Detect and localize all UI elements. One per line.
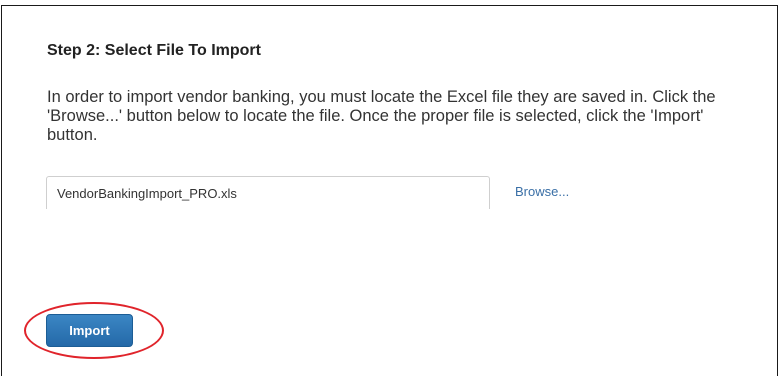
step-title: Step 2: Select File To Import xyxy=(47,42,261,59)
import-panel: Step 2: Select File To Import In order t… xyxy=(1,5,778,376)
step-instructions: In order to import vendor banking, you m… xyxy=(47,88,716,144)
file-path-input[interactable] xyxy=(46,176,490,209)
browse-link[interactable]: Browse... xyxy=(515,184,569,199)
import-button[interactable]: Import xyxy=(46,314,133,347)
